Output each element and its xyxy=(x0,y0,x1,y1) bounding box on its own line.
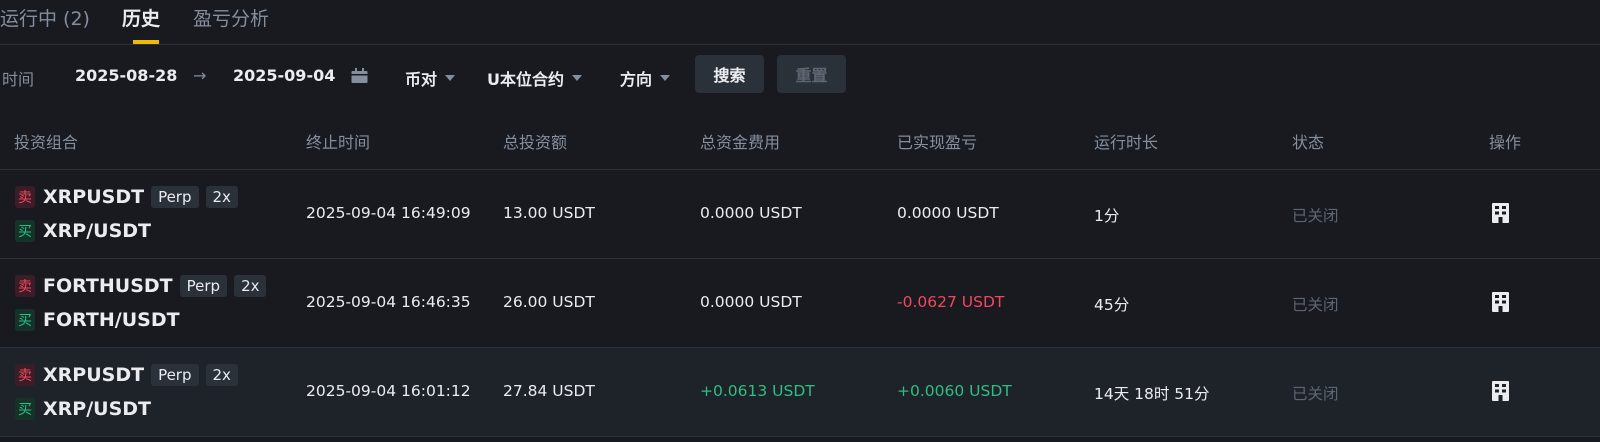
funding-fee: +0.0613 USDT xyxy=(700,382,815,400)
status-text: 已关闭 xyxy=(1292,296,1339,314)
pair-dropdown-label: 币对 xyxy=(405,70,438,89)
header-funding-fee: 总资金费用 xyxy=(700,133,781,152)
perp-tag: Perp xyxy=(151,186,199,208)
perp-tag: Perp xyxy=(179,275,228,297)
end-date-input[interactable]: 2025-09-04 xyxy=(233,66,335,85)
perp-symbol: XRPUSDT xyxy=(43,186,145,208)
status-text: 已关闭 xyxy=(1292,385,1339,403)
total-investment: 26.00 USDT xyxy=(503,293,595,311)
caret-down-icon xyxy=(660,75,671,81)
table-header: 投资组合 终止时间 总投资额 总资金费用 已实现盈亏 运行时长 状态 操作 xyxy=(0,107,1600,170)
spot-symbol: XRP/USDT xyxy=(43,398,151,420)
sell-badge: 卖 xyxy=(15,364,35,386)
leverage-tag: 2x xyxy=(234,275,267,297)
funding-fee: 0.0000 USDT xyxy=(700,293,802,311)
caret-down-icon xyxy=(572,75,582,81)
buy-badge: 买 xyxy=(15,309,35,331)
calendar-icon[interactable] xyxy=(351,68,368,84)
perp-symbol: XRPUSDT xyxy=(43,364,145,386)
arrow-right-icon: → xyxy=(193,66,207,85)
table-row: 卖 FORTHUSDT Perp 2x 买 FORTH/USDT 2025-09… xyxy=(0,259,1600,348)
search-button[interactable]: 搜索 xyxy=(695,55,764,93)
spot-symbol: FORTH/USDT xyxy=(43,309,180,331)
start-date-input[interactable]: 2025-08-28 xyxy=(75,66,177,85)
spot-leg: 买 FORTH/USDT xyxy=(15,309,180,331)
funding-fee: 0.0000 USDT xyxy=(700,204,802,222)
header-duration: 运行时长 xyxy=(1094,133,1159,152)
spot-leg: 买 XRP/USDT xyxy=(15,398,151,420)
pair-dropdown[interactable]: 币对 xyxy=(405,66,456,90)
time-label: 时间 xyxy=(2,70,35,89)
total-investment: 13.00 USDT xyxy=(503,204,595,222)
status-text: 已关闭 xyxy=(1292,207,1339,225)
header-realized-pnl: 已实现盈亏 xyxy=(897,133,978,152)
header-actions: 操作 xyxy=(1489,133,1522,152)
sell-badge: 卖 xyxy=(15,275,35,297)
perp-leg: 卖 FORTHUSDT Perp 2x xyxy=(15,275,267,297)
spot-leg: 买 XRP/USDT xyxy=(15,220,151,242)
header-end-time: 终止时间 xyxy=(306,133,371,152)
header-total-investment: 总投资额 xyxy=(503,133,568,152)
table-row: 卖 XRPUSDT Perp 2x 买 XRP/USDT 2025-09-04 … xyxy=(0,170,1600,259)
leverage-tag: 2x xyxy=(205,186,238,208)
details-icon[interactable] xyxy=(1492,292,1509,312)
duration: 14天 18时 51分 xyxy=(1094,385,1210,403)
leverage-tag: 2x xyxy=(205,364,238,386)
direction-dropdown[interactable]: 方向 xyxy=(620,66,671,90)
end-time: 2025-09-04 16:49:09 xyxy=(306,204,471,222)
buy-badge: 买 xyxy=(15,398,35,420)
duration: 1分 xyxy=(1094,207,1120,225)
tab-history[interactable]: 历史 xyxy=(122,4,160,31)
tab-pnl-analysis[interactable]: 盈亏分析 xyxy=(193,4,269,31)
realized-pnl: -0.0627 USDT xyxy=(897,293,1005,311)
details-icon[interactable] xyxy=(1492,203,1509,223)
sell-badge: 卖 xyxy=(15,186,35,208)
direction-dropdown-label: 方向 xyxy=(620,70,653,89)
buy-badge: 买 xyxy=(15,220,35,242)
perp-symbol: FORTHUSDT xyxy=(43,275,173,297)
duration: 45分 xyxy=(1094,296,1130,314)
details-icon[interactable] xyxy=(1492,381,1509,401)
table-row: 卖 XRPUSDT Perp 2x 买 XRP/USDT 2025-09-04 … xyxy=(0,348,1600,437)
filter-bar: 时间 2025-08-28 → 2025-09-04 币对 U本位合约 方向 搜… xyxy=(0,45,1600,107)
contract-dropdown-label: U本位合约 xyxy=(487,70,564,89)
tab-running[interactable]: 运行中 (2) xyxy=(0,4,90,31)
perp-leg: 卖 XRPUSDT Perp 2x xyxy=(15,186,238,208)
realized-pnl: +0.0060 USDT xyxy=(897,382,1012,400)
perp-tag: Perp xyxy=(151,364,199,386)
tab-bar: 运行中 (2) 历史 盈亏分析 xyxy=(0,0,1600,45)
active-tab-indicator xyxy=(133,40,159,44)
reset-button[interactable]: 重置 xyxy=(777,55,846,93)
spot-symbol: XRP/USDT xyxy=(43,220,151,242)
perp-leg: 卖 XRPUSDT Perp 2x xyxy=(15,364,238,386)
total-investment: 27.84 USDT xyxy=(503,382,595,400)
header-status: 状态 xyxy=(1292,133,1325,152)
end-time: 2025-09-04 16:01:12 xyxy=(306,382,471,400)
realized-pnl: 0.0000 USDT xyxy=(897,204,999,222)
end-time: 2025-09-04 16:46:35 xyxy=(306,293,471,311)
contract-dropdown[interactable]: U本位合约 xyxy=(487,66,582,90)
header-portfolio: 投资组合 xyxy=(14,133,79,152)
caret-down-icon xyxy=(445,75,456,81)
